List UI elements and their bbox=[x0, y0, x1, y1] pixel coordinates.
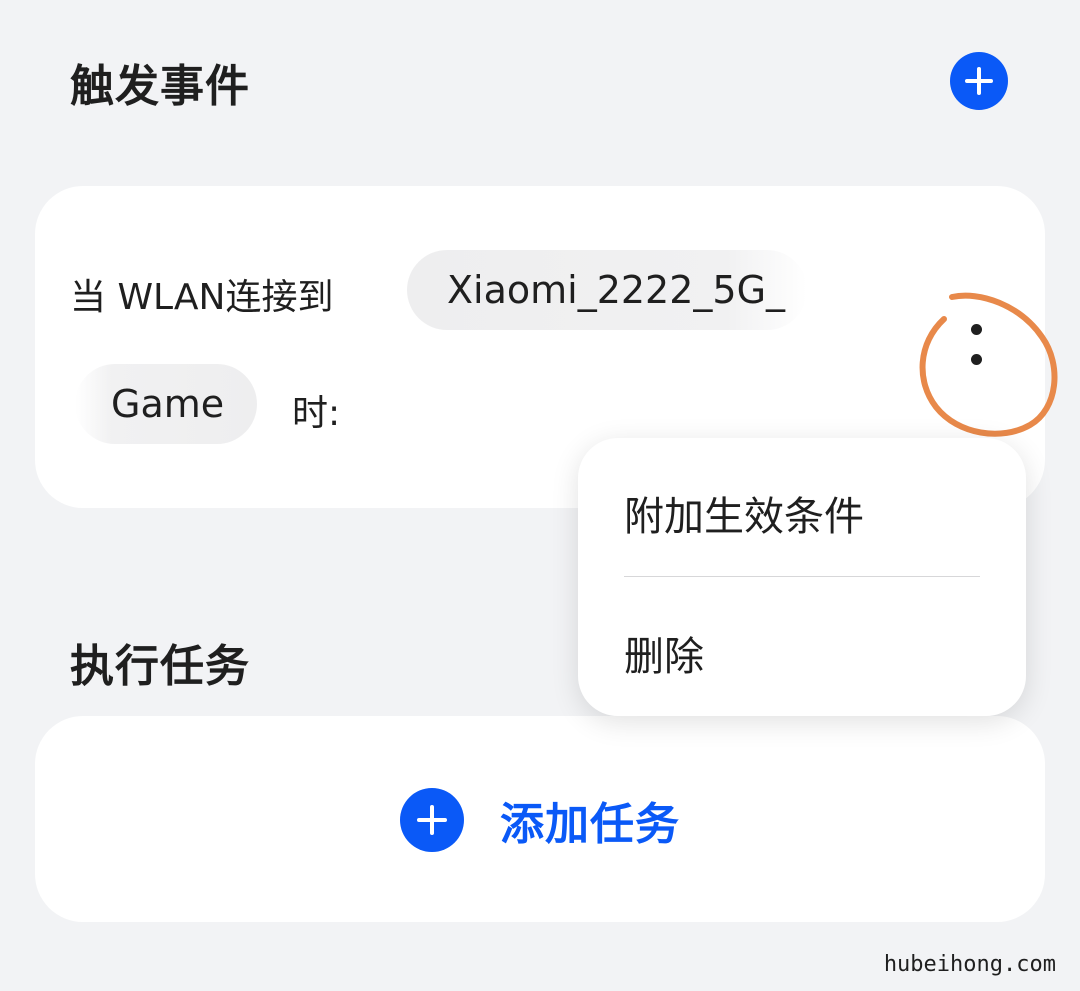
wlan-network-chip-continued[interactable]: Game bbox=[75, 364, 257, 444]
task-card: 添加任务 bbox=[35, 716, 1045, 922]
add-task-button[interactable]: 添加任务 bbox=[400, 788, 680, 852]
more-vertical-icon[interactable] bbox=[967, 320, 987, 380]
menu-divider bbox=[624, 576, 980, 577]
plus-icon bbox=[965, 67, 993, 95]
menu-item-add-condition[interactable]: 附加生效条件 bbox=[624, 484, 864, 542]
menu-item-delete[interactable]: 删除 bbox=[624, 624, 704, 682]
wlan-network-name: Xiaomi_2222_5G_ bbox=[447, 268, 786, 312]
trigger-section-title: 触发事件 bbox=[70, 61, 250, 112]
trigger-condition-suffix: 时: bbox=[292, 393, 341, 434]
add-task-label: 添加任务 bbox=[500, 799, 680, 850]
watermark: hubeihong.com bbox=[883, 952, 1056, 977]
task-section-title: 执行任务 bbox=[70, 641, 250, 692]
add-task-plus-circle bbox=[400, 788, 464, 852]
trigger-condition-label: 当 WLAN连接到 bbox=[70, 277, 334, 318]
context-menu: 附加生效条件 删除 bbox=[578, 438, 1026, 716]
wlan-network-name-continued: Game bbox=[111, 382, 225, 426]
wlan-network-chip[interactable]: Xiaomi_2222_5G_ bbox=[407, 250, 807, 330]
add-trigger-button[interactable] bbox=[950, 52, 1008, 110]
plus-icon bbox=[417, 805, 447, 835]
